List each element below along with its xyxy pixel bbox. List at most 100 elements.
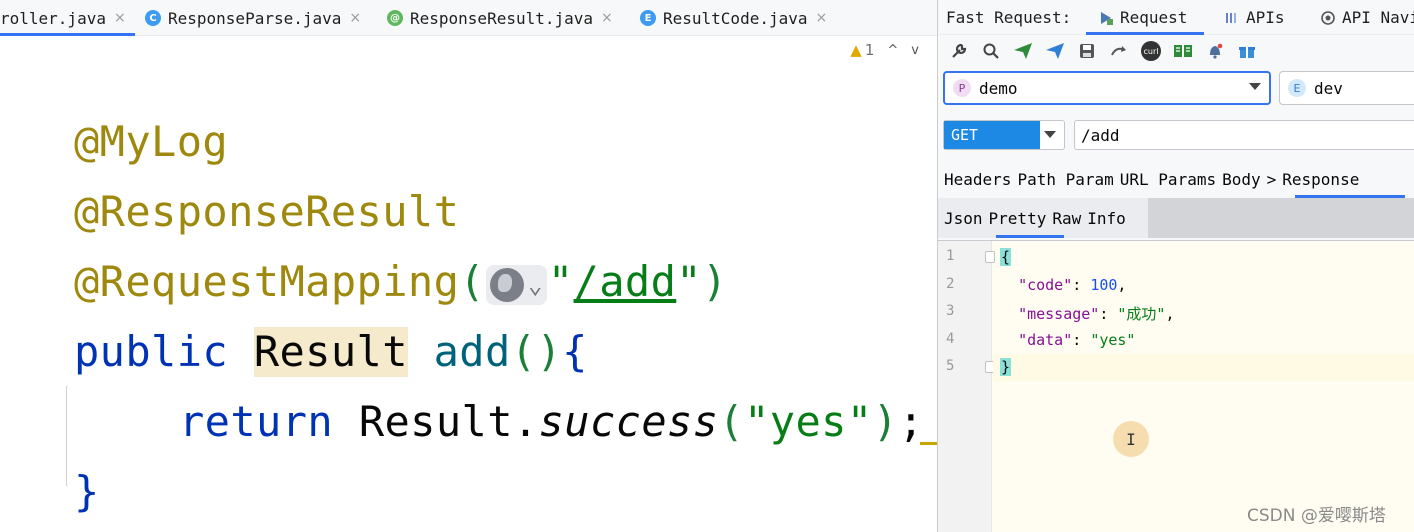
keyword-token: return bbox=[179, 397, 334, 446]
class-icon: C bbox=[145, 10, 161, 26]
tab-url-params[interactable]: URL Params bbox=[1120, 170, 1216, 189]
tab-raw[interactable]: Raw bbox=[1052, 209, 1081, 228]
tab-response[interactable]: Response bbox=[1282, 170, 1359, 189]
json-colon: : bbox=[1099, 305, 1118, 323]
response-format-tab-group: Json Pretty Raw Info bbox=[938, 198, 1148, 238]
search-icon[interactable] bbox=[980, 40, 1002, 62]
http-method-value: GET bbox=[944, 121, 1040, 149]
bell-icon[interactable] bbox=[1204, 40, 1226, 62]
tab-body[interactable]: Body bbox=[1222, 170, 1261, 189]
line-number: 5 bbox=[946, 358, 955, 374]
chevron-down-icon bbox=[1249, 83, 1261, 90]
docs-icon[interactable] bbox=[1172, 40, 1194, 62]
paren-token: ) bbox=[701, 257, 728, 306]
editor-tab-responseresult[interactable]: @ ResponseResult.java × bbox=[387, 0, 613, 36]
tab-json[interactable]: Json bbox=[944, 209, 983, 228]
curl-icon[interactable]: curl bbox=[1140, 40, 1162, 62]
tab-request[interactable]: Request bbox=[1086, 0, 1204, 35]
json-value: "成功" bbox=[1117, 305, 1166, 323]
paren-token: ) bbox=[872, 397, 899, 446]
editor-tab-bar: roller.java × C ResponseParse.java × @ R… bbox=[0, 0, 937, 36]
fast-request-panel: Fast Request: Request APIs API Navi curl… bbox=[937, 0, 1414, 532]
tab-label: ResponseParse.java bbox=[168, 8, 342, 28]
tab-info[interactable]: Info bbox=[1087, 209, 1126, 228]
http-method-select[interactable]: GET bbox=[943, 120, 1065, 150]
tab-label: ResponseResult.java bbox=[410, 8, 594, 28]
editor-tab-resultcode[interactable]: E ResultCode.java × bbox=[640, 0, 827, 36]
tab-path-param[interactable]: Path Param bbox=[1017, 170, 1113, 189]
close-icon[interactable]: × bbox=[114, 10, 126, 26]
tab-label: Request bbox=[1120, 8, 1188, 27]
apis-icon bbox=[1226, 12, 1236, 23]
brace-token: { bbox=[562, 327, 588, 376]
environment-select[interactable]: E dev bbox=[1279, 71, 1414, 105]
tab-label: APIs bbox=[1246, 8, 1285, 27]
tab-headers[interactable]: Headers bbox=[944, 170, 1011, 189]
string-token: "yes" bbox=[744, 397, 873, 446]
active-tab-indicator bbox=[0, 33, 135, 36]
project-select[interactable]: P demo bbox=[943, 71, 1271, 105]
chevron-up-icon[interactable]: ^ bbox=[887, 43, 898, 58]
close-icon[interactable]: × bbox=[349, 10, 361, 26]
redo-icon[interactable] bbox=[1108, 40, 1130, 62]
tab-label: ResultCode.java bbox=[663, 8, 808, 28]
code-line-6: } bbox=[74, 467, 100, 516]
json-line-5: } bbox=[1000, 358, 1012, 376]
panel-title: Fast Request: bbox=[946, 7, 1072, 27]
json-value: 100 bbox=[1090, 276, 1118, 294]
json-value: "yes" bbox=[1090, 331, 1136, 349]
warning-icon: ▲ bbox=[850, 41, 862, 59]
wrench-icon[interactable] bbox=[948, 40, 970, 62]
method-name-token: add bbox=[433, 327, 511, 376]
globe-icon bbox=[489, 267, 524, 302]
semicolon-token: ; bbox=[898, 397, 924, 446]
json-colon: : bbox=[1072, 331, 1091, 349]
editor-tab-controller[interactable]: roller.java × bbox=[0, 0, 135, 36]
tabs-overflow-arrow[interactable]: > bbox=[1267, 170, 1277, 189]
fold-icon[interactable] bbox=[985, 251, 995, 263]
tab-label: API Navi bbox=[1342, 8, 1414, 27]
json-brace: } bbox=[1000, 358, 1012, 376]
chevron-down-icon: ⌄ bbox=[527, 270, 543, 299]
json-line-2: "code": 100, bbox=[1000, 276, 1126, 294]
current-line-highlight bbox=[993, 354, 1414, 381]
send-download-icon[interactable] bbox=[1044, 40, 1066, 62]
save-icon[interactable] bbox=[1076, 40, 1098, 62]
request-section-tabs: Headers Path Param URL Params Body > Res… bbox=[938, 160, 1414, 198]
inspection-widget[interactable]: ▲ 1 ^ v bbox=[850, 41, 919, 59]
json-line-3: "message": "成功", bbox=[1000, 303, 1174, 324]
code-editor[interactable]: ▲ 1 ^ v @MyLog @ResponseResult @RequestM… bbox=[0, 37, 937, 532]
panel-toolbar: curl bbox=[938, 36, 1414, 66]
line-number: 1 bbox=[946, 248, 955, 264]
json-response-viewer[interactable]: 1 2 3 4 5 { "code": 100, "message": "成功"… bbox=[938, 240, 1414, 532]
close-icon[interactable]: × bbox=[601, 10, 613, 26]
url-input[interactable]: /add bbox=[1074, 120, 1414, 150]
gift-icon[interactable] bbox=[1236, 40, 1258, 62]
paren-token: ( bbox=[459, 257, 485, 306]
url-inlay-hint[interactable]: ⌄ bbox=[485, 264, 547, 305]
tab-api-navigator[interactable]: API Navi bbox=[1320, 0, 1414, 35]
watermark: CSDN @爱嘤斯塔 bbox=[1247, 506, 1386, 526]
json-colon: : bbox=[1072, 276, 1091, 294]
environment-value: dev bbox=[1314, 78, 1343, 98]
annotation-icon: @ bbox=[387, 10, 403, 26]
class-token: Result. bbox=[358, 397, 539, 446]
line-number-gutter: 1 2 3 4 5 bbox=[938, 241, 995, 532]
indent-guide bbox=[66, 386, 67, 486]
json-line-4: "data": "yes" bbox=[1000, 331, 1135, 349]
enum-icon: E bbox=[640, 10, 656, 26]
active-tab-indicator bbox=[996, 235, 1064, 238]
json-key: "data" bbox=[1018, 331, 1073, 349]
navigator-icon bbox=[1321, 10, 1335, 25]
tab-apis[interactable]: APIs bbox=[1224, 0, 1285, 35]
project-badge-icon: P bbox=[953, 79, 971, 97]
url-path-link[interactable]: /add bbox=[574, 257, 677, 306]
line-number: 4 bbox=[946, 331, 955, 347]
highlighted-type-token: Result bbox=[253, 327, 408, 377]
editor-tab-responseparse[interactable]: C ResponseParse.java × bbox=[145, 0, 361, 36]
tab-pretty[interactable]: Pretty bbox=[989, 209, 1047, 228]
chevron-down-icon[interactable]: v bbox=[911, 43, 919, 58]
close-icon[interactable]: × bbox=[816, 10, 828, 26]
annotation-token: @RequestMapping bbox=[74, 257, 460, 306]
send-icon[interactable] bbox=[1012, 40, 1034, 62]
